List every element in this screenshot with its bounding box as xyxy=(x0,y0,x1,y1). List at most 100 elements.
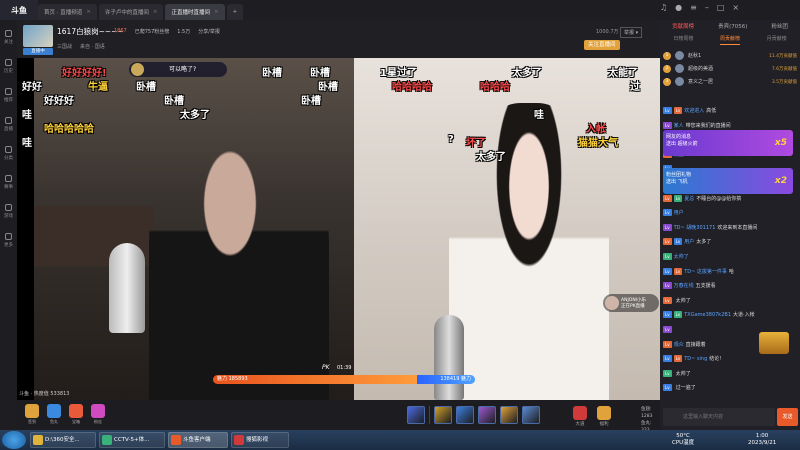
chat-user[interactable]: 某人 xyxy=(674,122,684,129)
bell-icon[interactable]: ♫ xyxy=(660,3,667,12)
chat-message[interactable]: Lv Lv TD~ sing 结论! xyxy=(663,353,797,364)
gift-shortcut[interactable]: 鱼丸 xyxy=(45,404,63,426)
chat-message[interactable]: Lv 过一遍了 xyxy=(663,382,797,393)
pk-opponent-card[interactable]: ANJONI小乐 正在PK直播 xyxy=(603,294,659,312)
gift-item[interactable] xyxy=(522,406,540,424)
chat-message[interactable]: Lv 太帅了 xyxy=(663,251,797,262)
chat-text: 欢迎来到本直播间 xyxy=(717,224,758,231)
chat-message[interactable]: Lv 太帅了 xyxy=(663,295,797,306)
gift-shortcut[interactable]: 宝箱 xyxy=(67,404,85,426)
video-player[interactable]: 好好好好! 好好 牛逼 卧槽 好好好 卧槽 太多了哇哈哈哈哈哈哇卧槽 卧槽 卧槽 1星过了 太多了太… xyxy=(17,58,660,400)
sidebar-item[interactable]: 分类 xyxy=(4,146,13,161)
chat-user[interactable]: TD~ 胡晚301171 xyxy=(674,224,716,231)
subtab-monthly[interactable]: 月贡献榜 xyxy=(767,35,787,45)
sidebar-item[interactable]: 历史 xyxy=(4,59,13,74)
chat-message[interactable]: Lv Lv 用户 太多了 xyxy=(663,236,797,247)
user-avatar-icon[interactable]: ● xyxy=(675,3,682,12)
chat-input[interactable]: 这里输入聊天内容 xyxy=(663,408,775,426)
sidebar-label: 游戏 xyxy=(4,214,13,219)
sidebar-item[interactable]: 赛事 xyxy=(4,175,13,190)
new-tab-button[interactable]: + xyxy=(226,4,244,20)
menu-icon[interactable]: ≡ xyxy=(690,3,697,12)
rank-name: 赵秋1 xyxy=(688,53,702,59)
clock[interactable]: 1:00 2023/9/21 xyxy=(748,433,776,447)
gift-item[interactable] xyxy=(478,406,496,424)
chat-user[interactable]: 太帅了 xyxy=(674,253,689,260)
avatar xyxy=(605,296,619,310)
dadao-button[interactable]: 大道 xyxy=(573,406,587,427)
chat-message[interactable]: Lv 万春在线 五支援看 xyxy=(663,280,797,291)
follow-button[interactable]: 关注直播间 xyxy=(584,40,620,50)
tab-contribution[interactable]: 贡献周榜 xyxy=(672,22,694,33)
maximize-icon[interactable]: □ xyxy=(717,3,725,12)
tab-room-2[interactable]: 正直播时直播间 × xyxy=(165,4,225,20)
chat-message[interactable]: Lv 用户 xyxy=(663,207,797,218)
rank-number: 2 xyxy=(663,64,671,73)
chat-user[interactable]: TD~ sing xyxy=(684,356,707,362)
subtab-weekly[interactable]: 周贡献榜 xyxy=(719,35,740,45)
sidebar-item[interactable]: 游戏 xyxy=(4,204,13,219)
gift-icon xyxy=(91,404,105,418)
level-badge: Lv xyxy=(663,223,672,231)
sidebar-item[interactable]: 直播 xyxy=(4,117,13,132)
share-link[interactable]: 分享/举报 xyxy=(198,28,220,35)
close-icon[interactable]: × xyxy=(86,9,91,15)
close-icon[interactable]: × xyxy=(214,9,219,15)
chat-user[interactable]: 夏总 xyxy=(684,195,694,202)
chat-text: 五支援看 xyxy=(695,283,716,290)
chat-text: 太帅了 xyxy=(675,370,691,377)
start-button[interactable] xyxy=(2,431,26,449)
send-button[interactable]: 发送 xyxy=(777,408,798,426)
chat-user[interactable]: 欢迎进入 xyxy=(684,107,704,114)
taskbar-item[interactable]: D:\360安全... xyxy=(30,432,96,448)
danmu-comment: 入帐 xyxy=(586,124,606,135)
taskbar-item[interactable]: 斗鱼客户端 xyxy=(168,432,228,448)
streamer-avatar[interactable] xyxy=(23,25,53,47)
taskbar-item[interactable]: 搜狐影视 xyxy=(231,432,289,448)
chat-user[interactable]: 观众 xyxy=(674,341,684,348)
chat-message[interactable]: Lv Lv 夏总 不睡台的@@给你搞 xyxy=(663,193,797,204)
welfare-button[interactable]: 福利 xyxy=(597,406,611,427)
sidebar-item[interactable]: 关注 xyxy=(4,30,13,45)
report-button[interactable]: 举报 ▾ xyxy=(620,27,643,38)
gift-item[interactable] xyxy=(456,406,474,424)
chat-user[interactable]: 万春在线 xyxy=(674,282,694,289)
chat-user[interactable]: 用户 xyxy=(674,209,684,216)
level-badge: Lv xyxy=(663,267,672,275)
chat-user[interactable]: TXGame3807k2B1 xyxy=(684,312,731,318)
region: 来自 · 国语 xyxy=(80,44,105,50)
sidebar-item[interactable]: 更多 xyxy=(4,233,13,248)
sidebar-item[interactable]: 推荐 xyxy=(4,88,13,103)
chat-user[interactable]: 用户 xyxy=(684,238,694,245)
gift-shortcut[interactable]: 粉丝 xyxy=(89,404,107,426)
close-icon[interactable]: × xyxy=(153,9,158,15)
taskbar-item[interactable]: CCTV-5+体... xyxy=(99,432,165,448)
chat-message[interactable]: Lv Lv 欢迎进入 高低 xyxy=(663,105,797,116)
chat-message[interactable]: Lv TD~ 胡晚301171 欢迎来到本直播间 xyxy=(663,222,797,233)
category-link[interactable]: 三国战 xyxy=(57,43,72,50)
top-bar: 斗鱼 首页 · 直播频道 × 许子卢中的直播间 × 正直播时直播间 × + ♫ ● ≡… xyxy=(0,0,800,20)
fans-rank[interactable]: 已爬757粉丝榜 xyxy=(135,28,170,35)
treasure-chest-icon[interactable] xyxy=(759,332,789,354)
chat-message[interactable]: Lv 太帅了 xyxy=(663,368,797,379)
gift-shortcut[interactable]: 签到 xyxy=(23,404,41,426)
tab-room-1[interactable]: 许子卢中的直播间 × xyxy=(98,4,164,20)
rank-row[interactable]: 1 赵秋1 11.4万贡献值 xyxy=(663,50,797,61)
tab-vip[interactable]: 贵宾(7056) xyxy=(718,22,747,33)
panel-subtabs: 日榜周榜 周贡献榜 月贡献榜 xyxy=(660,35,800,45)
chat-user[interactable]: TD~ 这拔第一件事 xyxy=(684,268,727,275)
level-badge: Lv xyxy=(673,311,683,319)
rank-row[interactable]: 3 意义之一居 3.5万贡献值 xyxy=(663,76,797,87)
subtab-daily[interactable]: 日榜周榜 xyxy=(673,35,693,45)
rank-row[interactable]: 2 超级的美酒 7.6万贡献值 xyxy=(663,63,797,74)
gift-item[interactable] xyxy=(500,406,518,424)
gift-item[interactable] xyxy=(407,406,425,424)
gift-item[interactable] xyxy=(434,406,452,424)
minimize-icon[interactable]: – xyxy=(705,3,709,12)
chat-message[interactable]: Lv Lv TD~ 这拔第一件事哈 xyxy=(663,266,797,277)
tab-fan-club[interactable]: 粉丝团 xyxy=(771,22,788,33)
chat-message[interactable]: Lv Lv TXGame3807k2B1 大道·入帐 xyxy=(663,309,797,320)
chat-message[interactable]: Lv 某人 带您来我们的直播间 xyxy=(663,120,797,131)
tab-home[interactable]: 首页 · 直播频道 × xyxy=(38,4,97,20)
close-window-icon[interactable]: × xyxy=(732,3,739,12)
